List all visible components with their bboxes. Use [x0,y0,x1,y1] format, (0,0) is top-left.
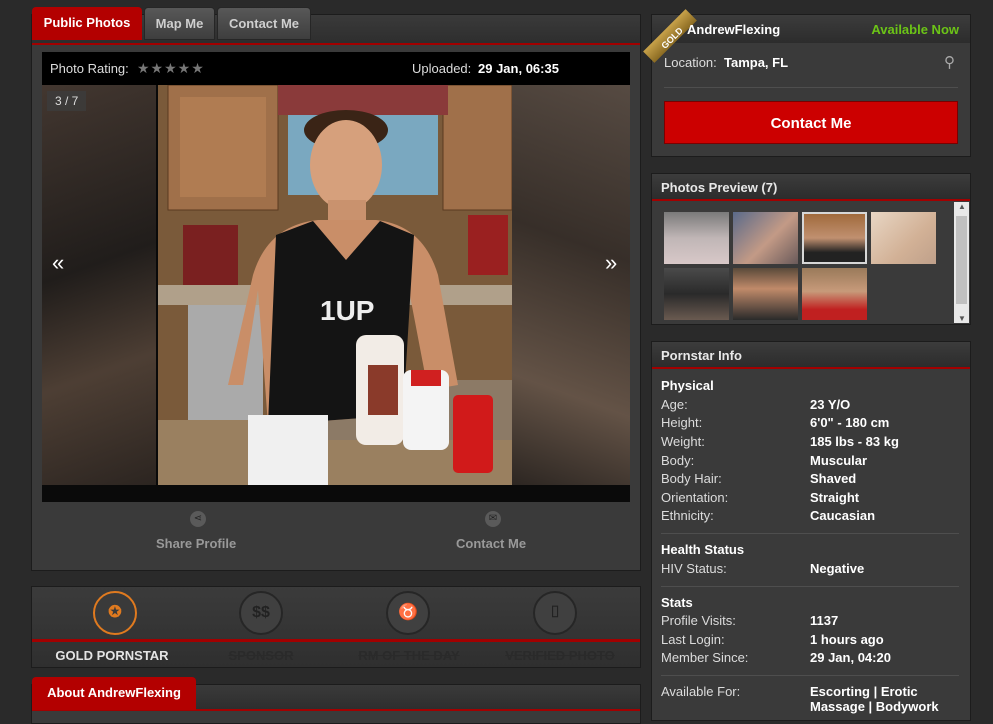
tab-public-photos[interactable]: Public Photos [32,7,142,40]
info-value: 185 lbs - 83 kg [810,434,899,449]
profile-card: GOLD AndrewFlexing Available Now Locatio… [643,9,971,157]
physical-heading: Physical [661,378,714,393]
info-value: Negative [810,561,865,576]
share-profile-link[interactable]: Share Profile [156,536,236,551]
info-value: 23 Y/O [810,397,851,412]
photo-thumbnail[interactable] [664,268,729,320]
contact-me-button-label: Contact Me [770,115,852,132]
info-value: 1137 [810,613,839,628]
profile-divider [664,87,958,88]
scroll-up-icon[interactable]: ▲ [958,202,966,211]
uploaded-label: Uploaded: [412,61,472,76]
info-value: Caucasian [810,508,876,523]
info-label: Body: [661,453,695,468]
tab-contact-me[interactable]: Contact Me [217,7,311,40]
photo-thumbnail[interactable] [733,268,798,320]
info-label: Profile Visits: [661,613,736,628]
photo-viewer: Photo Rating: ★★★★★ Uploaded: 29 Jan, 06… [42,52,630,502]
info-value: Muscular [810,453,868,468]
contact-me-link[interactable]: Contact Me [456,536,526,551]
next-photo-arrow-icon[interactable]: » [605,250,617,276]
info-label: Ethnicity: [661,508,714,523]
scrollbar-thumb[interactable] [956,216,967,304]
photo-meta-bar: Photo Rating: ★★★★★ Uploaded: 29 Jan, 06… [42,52,630,85]
photo-thumbnail[interactable] [664,212,729,264]
pornstar-info-title: Pornstar Info [661,348,742,363]
photo-thumbnail[interactable] [802,212,867,264]
location-value: Tampa, FL [724,55,789,70]
info-divider [661,586,959,587]
info-value: 29 Jan, 04:20 [810,650,891,665]
photo-rating-stars[interactable]: ★★★★★ [137,60,205,77]
profile-name: AndrewFlexing [687,22,781,37]
stats-heading: Stats [661,595,693,610]
badge-sponsor[interactable]: SPONSOR [191,648,331,663]
dollar-icon[interactable]: $$ [239,591,283,635]
location-pin-icon[interactable]: ⚲ [944,53,955,71]
info-label: Body Hair: [661,471,722,486]
badge-rm-of-the-day[interactable]: RM OF THE DAY [339,648,479,663]
info-label: Height: [661,415,703,430]
location-label: Location: [664,55,717,70]
photos-preview-title: Photos Preview (7) [661,180,778,195]
health-heading: Health Status [661,542,745,557]
info-value: 6'0" - 180 cm [810,415,890,430]
contact-me-button[interactable]: Contact Me [664,101,958,144]
devil-icon[interactable]: ♉ [386,591,430,635]
preview-scrollbar[interactable]: ▲ ▼ [954,202,969,323]
info-value: 1 hours ago [810,632,884,647]
next-photo-preview[interactable] [512,85,630,485]
info-label: HIV Status: [661,561,727,576]
prev-photo-arrow-icon[interactable]: « [52,250,64,276]
medal-icon[interactable]: ✪ [93,591,137,635]
info-label: Weight: [661,434,705,449]
tab-about[interactable]: About AndrewFlexing [32,677,196,710]
info-value: Straight [810,490,860,505]
available-for-line-1: Escorting | Erotic [810,684,918,699]
shirt-logo-text: 1UP [320,295,374,326]
info-label: Age: [661,397,688,412]
photo-rating-label: Photo Rating: [50,61,129,76]
info-divider [661,675,959,676]
availability-status: Available Now [871,22,959,37]
info-value: Shaved [810,471,857,486]
info-label: Last Login: [661,632,725,647]
photo-thumbnail[interactable] [871,212,936,264]
main-photo-image: 1UP [158,85,512,485]
photo-thumbnail[interactable] [733,212,798,264]
scroll-down-icon[interactable]: ▼ [958,314,966,323]
photo-thumbnail[interactable] [802,268,867,320]
available-for-line-2: Massage | Bodywork [810,699,939,714]
available-for-label: Available For: [661,684,741,699]
uploaded-value: 29 Jan, 06:35 [478,61,559,76]
main-photo[interactable]: 1UP [158,85,512,485]
info-label: Orientation: [661,490,729,505]
prev-photo-preview[interactable] [42,85,156,485]
badge-gold-pornstar[interactable]: GOLD PORNSTAR [42,648,182,663]
info-divider [661,533,959,534]
tab-map-me[interactable]: Map Me [144,7,215,40]
envelope-icon[interactable]: ✉ [485,511,501,527]
badges-divider [32,639,640,642]
camera-icon[interactable]: ⌷ [533,591,577,635]
photo-counter: 3 / 7 [47,91,87,111]
share-icon[interactable]: ⋖ [190,511,206,527]
badge-verified-photo[interactable]: VERIFIED PHOTO [490,648,630,663]
info-label: Member Since: [661,650,749,665]
